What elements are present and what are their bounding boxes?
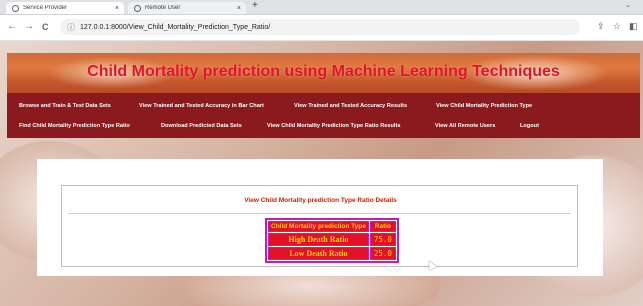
tab-search-icon[interactable]: ⌄ xyxy=(625,1,631,9)
main-nav: Browse and Train & Test Data Sets View T… xyxy=(7,93,640,138)
side-panel-icon[interactable]: ◧ xyxy=(629,21,638,32)
column-header: Ratio xyxy=(369,221,396,232)
nav-accuracy-bar-chart[interactable]: View Trained and Tested Accuracy in Bar … xyxy=(139,103,264,109)
site-title: Child Mortality prediction using Machine… xyxy=(87,63,560,80)
url-text[interactable]: 127.0.0.1:8000/View_Child_Mortality_Pred… xyxy=(80,24,270,31)
prediction-type-cell: High Death Ratio xyxy=(268,233,369,246)
share-icon[interactable]: ⇪ xyxy=(597,21,605,32)
nav-logout[interactable]: Logout xyxy=(520,123,539,129)
ratio-cell: 25.0 xyxy=(369,247,396,260)
new-tab-button[interactable]: + xyxy=(252,0,258,11)
reload-icon[interactable]: C xyxy=(42,21,49,33)
nav-prediction-type[interactable]: View Child Mortality Prediction Type xyxy=(436,103,532,109)
nav-browse-train-test[interactable]: Browse and Train & Test Data Sets xyxy=(19,103,111,109)
close-tab-icon[interactable]: × xyxy=(115,5,119,12)
nav-remote-users[interactable]: View All Remote Users xyxy=(435,123,495,129)
address-toolbar: ← → C ⓘ 127.0.0.1:8000/View_Child_Mortal… xyxy=(0,15,643,41)
globe-icon xyxy=(134,4,141,12)
column-header: Child Mortality prediction Type xyxy=(268,221,369,232)
prediction-type-cell: Low Death Ratio xyxy=(268,247,369,260)
ratio-table: Child Mortality prediction Type Ratio Hi… xyxy=(265,218,399,263)
ratio-cell: 75.0 xyxy=(369,233,396,246)
url-bar[interactable]: ⓘ 127.0.0.1:8000/View_Child_Mortality_Pr… xyxy=(60,19,580,35)
back-arrow-icon[interactable]: ← xyxy=(7,21,17,33)
table-header-row: Child Mortality prediction Type Ratio xyxy=(268,221,396,232)
tab-label: Remote User xyxy=(145,5,181,11)
nav-ratio-results[interactable]: View Child Mortality Prediction Type Rat… xyxy=(267,123,400,129)
star-icon[interactable]: ☆ xyxy=(613,21,621,32)
info-icon[interactable]: ⓘ xyxy=(67,22,75,33)
tab-label: Service Provider xyxy=(23,5,68,11)
close-tab-icon[interactable]: × xyxy=(237,5,241,12)
nav-download-predicted[interactable]: Download Predicted Data Sets xyxy=(161,123,242,129)
nav-accuracy-results[interactable]: View Trained and Tested Accuracy Results xyxy=(294,103,407,109)
forward-arrow-icon[interactable]: → xyxy=(24,21,34,33)
ratio-details-box: View Child Mortality prediction Type Rat… xyxy=(61,185,578,267)
nav-find-ratio[interactable]: Find Child Mortality Prediction Type Rat… xyxy=(19,123,130,129)
browser-tab-bar: Service Provider × Remote User × + ⌄ xyxy=(0,0,643,15)
globe-icon xyxy=(12,4,19,12)
content-panel: View Child Mortality prediction Type Rat… xyxy=(37,159,603,276)
header-banner: Child Mortality prediction using Machine… xyxy=(7,53,640,93)
tab-service-provider[interactable]: Service Provider × xyxy=(6,2,124,14)
table-row: High Death Ratio 75.0 xyxy=(268,233,396,246)
page-background: Child Mortality prediction using Machine… xyxy=(0,41,643,306)
divider xyxy=(68,213,571,214)
table-row: Low Death Ratio 25.0 xyxy=(268,247,396,260)
section-title: View Child Mortality prediction Type Rat… xyxy=(244,197,397,204)
tab-remote-user[interactable]: Remote User × xyxy=(128,2,246,14)
